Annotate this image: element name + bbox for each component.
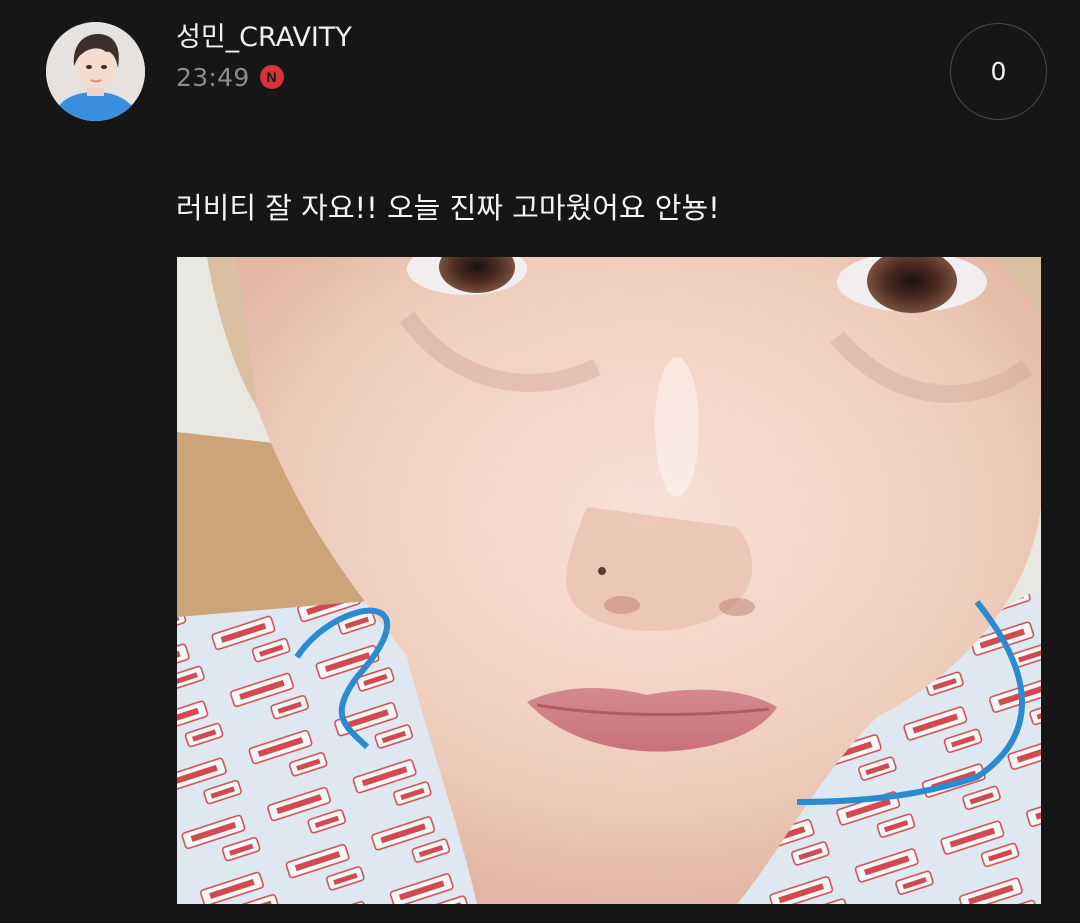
post-card: 성민_CRAVITY 23:49 N 0 러비티 잘 자요!! 오늘 진짜 고마… <box>0 0 1080 923</box>
post-photo[interactable] <box>177 257 1041 904</box>
post-time: 23:49 <box>176 62 250 92</box>
author-avatar[interactable] <box>46 22 145 121</box>
comment-count-button[interactable]: 0 <box>950 23 1047 120</box>
selfie-photo-icon <box>177 257 1041 904</box>
new-badge: N <box>259 65 284 89</box>
profile-photo-icon <box>46 22 145 121</box>
post-meta: 23:49 N <box>176 60 284 94</box>
post-text: 러비티 잘 자요!! 오늘 진짜 고마웠어요 안뇽! <box>176 191 720 225</box>
author-name[interactable]: 성민_CRAVITY <box>176 20 352 56</box>
comment-count: 0 <box>990 57 1007 86</box>
